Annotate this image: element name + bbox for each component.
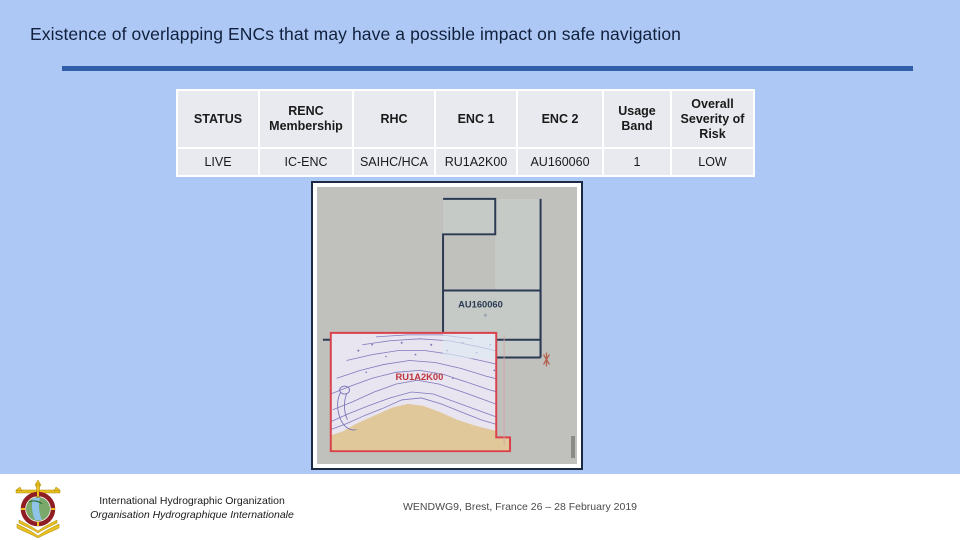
cell-usage-band: 1 bbox=[604, 149, 670, 175]
enc-overlap-map-figure: AU160060 RU1A2K00 bbox=[311, 181, 583, 470]
page-title: Existence of overlapping ENCs that may h… bbox=[30, 24, 681, 44]
au-enc-label: AU160060 bbox=[458, 299, 503, 309]
enc-overlap-table: STATUS RENC Membership RHC ENC 1 ENC 2 U… bbox=[176, 89, 755, 177]
column-header-usage-band: Usage Band bbox=[604, 91, 670, 147]
column-header-enc-2: ENC 2 bbox=[518, 91, 602, 147]
map-viewport: AU160060 RU1A2K00 bbox=[317, 187, 577, 464]
cell-enc-2: AU160060 bbox=[518, 149, 602, 175]
overlap-region bbox=[443, 332, 497, 359]
organization-name-fr: Organisation Hydrographique Internationa… bbox=[90, 509, 294, 521]
cell-rhc: SAIHC/HCA bbox=[354, 149, 434, 175]
event-caption: WENDWG9, Brest, France 26 – 28 February … bbox=[402, 501, 637, 513]
au-enc-centroid-dot bbox=[483, 313, 487, 317]
organization-name-en: International Hydrographic Organization bbox=[99, 495, 285, 507]
column-header-severity: Overall Severity of Risk bbox=[672, 91, 753, 147]
column-header-rhc: RHC bbox=[354, 91, 434, 147]
table-row: LIVE IC-ENC SAIHC/HCA RU1A2K00 AU160060 … bbox=[178, 149, 753, 175]
status-badge: LIVE bbox=[178, 149, 258, 175]
column-header-status: STATUS bbox=[178, 91, 258, 147]
cell-overall-severity: LOW bbox=[672, 149, 753, 175]
column-header-enc-1: ENC 1 bbox=[436, 91, 516, 147]
ru-enc-chart bbox=[330, 332, 511, 452]
slide-canvas: Existence of overlapping ENCs that may h… bbox=[0, 0, 960, 540]
cell-renc-membership: IC-ENC bbox=[260, 149, 352, 175]
map-graphic: AU160060 RU1A2K00 bbox=[317, 187, 577, 464]
column-header-renc: RENC Membership bbox=[260, 91, 352, 147]
title-divider bbox=[62, 66, 913, 71]
map-scrollbar-thumb[interactable] bbox=[571, 436, 575, 458]
iho-crest-logo bbox=[15, 479, 61, 538]
ru-enc-label: RU1A2K00 bbox=[396, 372, 444, 382]
footer-organization: International Hydrographic Organization … bbox=[72, 494, 312, 522]
table-header-row: STATUS RENC Membership RHC ENC 1 ENC 2 U… bbox=[178, 91, 753, 147]
enc-overlap-table-container: STATUS RENC Membership RHC ENC 1 ENC 2 U… bbox=[176, 89, 755, 177]
cell-enc-1: RU1A2K00 bbox=[436, 149, 516, 175]
